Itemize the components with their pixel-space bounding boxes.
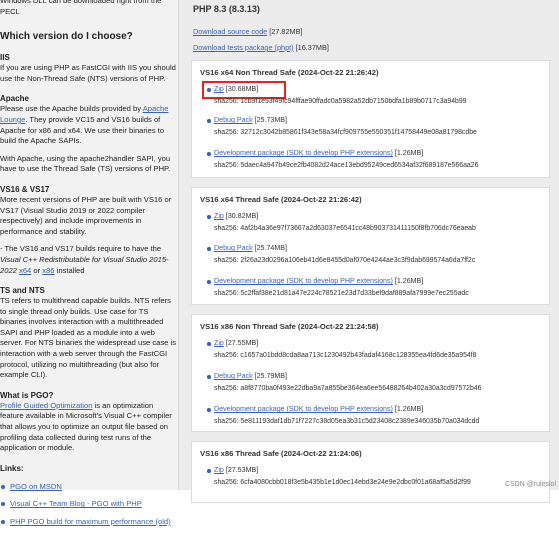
downloads-panel: PHP 8.3 (8.3.13) Download source code [2…: [178, 0, 559, 503]
file-size: [27.53MB]: [225, 466, 259, 474]
sha256-value: sha256: 4af2b4a36e97f73667a2d63037e6541c…: [214, 225, 476, 232]
download-source-link[interactable]: Download source code: [193, 27, 267, 36]
sha256-value: sha256: 1cb9f1e93f49fc94fffae90ffadc0a59…: [214, 98, 467, 105]
file-size: [25.74MB]: [254, 244, 287, 252]
file-size: [16.37MB]: [295, 43, 329, 52]
pgo-text: Profile Guided Optimization is an optimi…: [0, 400, 172, 453]
file-size: [1.26MB]: [394, 405, 424, 413]
zip-row: Zip [27.55MB]: [207, 339, 259, 347]
devel-row: Development package (SDK to develop PHP …: [207, 405, 424, 413]
debug-row: Debug Pack [25.79MB]: [207, 372, 287, 380]
zip-row: Zip [30.68MB]: [207, 85, 259, 93]
vs-text: More recent versions of PHP are built wi…: [0, 194, 172, 236]
vc-blog-link[interactable]: Visual C++ Team Blog - PGO with PHP: [10, 499, 142, 508]
vs-text-2: - The VS16 and VS17 builds require to ha…: [0, 244, 169, 275]
zip-link[interactable]: Zip: [214, 212, 224, 220]
debug-pack-link[interactable]: Debug Pack: [214, 244, 253, 252]
zip-link[interactable]: Zip: [214, 339, 224, 347]
zip-row: Zip [30.82MB]: [207, 212, 259, 220]
debug-pack-link[interactable]: Debug Pack: [214, 372, 253, 380]
build-card-x64-ts: VS16 x64 Thread Safe (2024-Oct-22 21:26:…: [191, 187, 550, 305]
build-heading: VS16 x86 Non Thread Safe (2024-Oct-22 21…: [200, 322, 379, 331]
vcredist-x64-link[interactable]: x64: [19, 266, 31, 275]
pgo-build-link[interactable]: PHP PGO build for maximum performance (o…: [10, 517, 171, 526]
pgo-msdn-link[interactable]: PGO on MSDN: [10, 482, 62, 491]
sha256-value: sha256: 5daec4a947b49ce2fb4082d24ace13eb…: [214, 162, 479, 169]
vs-title: VS16 & VS17: [0, 184, 50, 194]
build-heading: VS16 x64 Thread Safe (2024-Oct-22 21:26:…: [200, 195, 362, 204]
download-tests-row: Download tests package (phpt) [16.37MB]: [193, 43, 329, 52]
list-item: PHP PGO build for maximum performance (o…: [0, 517, 176, 528]
release-title: PHP 8.3 (8.3.13): [193, 4, 260, 14]
debug-pack-link[interactable]: Debug Pack: [214, 116, 253, 124]
sha256-value: sha256: 2f26a23d0296a106eb41d6e8455d0af0…: [214, 257, 476, 264]
file-size: [1.26MB]: [394, 277, 424, 285]
watermark: CSDN @ruleslol: [504, 481, 556, 488]
list-item: PGO on MSDN: [0, 482, 176, 493]
sha256-value: sha256: 32712c3042b85861f343e58a34fcf909…: [214, 129, 477, 136]
file-size: [30.82MB]: [225, 212, 259, 220]
devel-row: Development package (SDK to develop PHP …: [207, 149, 424, 157]
file-size: [1.26MB]: [394, 149, 424, 157]
file-size: [25.79MB]: [254, 372, 287, 380]
file-size: [30.68MB]: [225, 85, 259, 93]
pgo-link[interactable]: Profile Guided Optimization: [0, 401, 92, 410]
build-heading: VS16 x64 Non Thread Safe (2024-Oct-22 21…: [200, 68, 379, 77]
download-source-row: Download source code [27.82MB]: [193, 27, 303, 36]
iis-title: IIS: [0, 53, 10, 63]
sha256-value: sha256: 5c2ffaf38e21d81a47e224c78521e23d…: [214, 290, 469, 297]
file-size: [27.55MB]: [225, 339, 259, 347]
apache-title: Apache: [0, 94, 29, 104]
sha256-value: sha256: 6cfa4080cbb018f3e5b435b1e1d0ec14…: [214, 479, 471, 486]
sha256-value: sha256: c1657a01bdd8cda8aa713c1230492b43…: [214, 352, 477, 359]
build-heading: VS16 x86 Thread Safe (2024-Oct-22 21:24:…: [200, 449, 362, 458]
devel-pack-link[interactable]: Development package (SDK to develop PHP …: [214, 149, 393, 157]
devel-row: Development package (SDK to develop PHP …: [207, 277, 424, 285]
sha256-value: sha256: a8f8770ba0f493e22dba9a7a855be364…: [214, 385, 482, 392]
ts-title: TS and NTS: [0, 286, 45, 296]
sidebar: Windows DLL can be downloaded right from…: [0, 0, 178, 526]
apache-text: Please use the Apache builds provided by…: [0, 104, 169, 146]
devel-pack-link[interactable]: Development package (SDK to develop PHP …: [214, 277, 393, 285]
sidebar-heading: Which version do I choose?: [0, 31, 133, 43]
build-card-x86-ts: VS16 x86 Thread Safe (2024-Oct-22 21:24:…: [191, 441, 550, 503]
download-tests-link[interactable]: Download tests package (phpt): [193, 43, 294, 52]
zip-row: Zip [27.53MB]: [207, 466, 259, 474]
iis-text: If you are using PHP as FastCGI with IIS…: [0, 63, 176, 83]
sha256-value: sha256: 5e811193daf1db71f7227c38d05ea3b3…: [214, 418, 480, 425]
ts-text: TS refers to multithread capable builds.…: [0, 296, 176, 380]
file-size: [27.82MB]: [269, 27, 303, 36]
file-size: [25.73MB]: [254, 116, 287, 124]
apache-text-2: With Apache, using the apache2handler SA…: [0, 153, 171, 174]
links-list: PGO on MSDN Visual C++ Team Blog - PGO w…: [0, 482, 176, 528]
links-title: Links:: [0, 463, 24, 473]
debug-row: Debug Pack [25.74MB]: [207, 244, 287, 252]
build-card-x64-nts: VS16 x64 Non Thread Safe (2024-Oct-22 21…: [191, 60, 550, 178]
list-item: Visual C++ Team Blog - PGO with PHP: [0, 499, 176, 510]
devel-pack-link[interactable]: Development package (SDK to develop PHP …: [214, 405, 393, 413]
vcredist-x86-link[interactable]: x86: [42, 266, 54, 275]
zip-link[interactable]: Zip: [214, 85, 224, 93]
sidebar-top-text: Windows DLL can be downloaded right from…: [0, 0, 162, 16]
pgo-title: What is PGO?: [0, 390, 54, 400]
debug-row: Debug Pack [25.73MB]: [207, 116, 287, 124]
build-card-x86-nts: VS16 x86 Non Thread Safe (2024-Oct-22 21…: [191, 314, 550, 432]
zip-link[interactable]: Zip: [214, 466, 224, 474]
